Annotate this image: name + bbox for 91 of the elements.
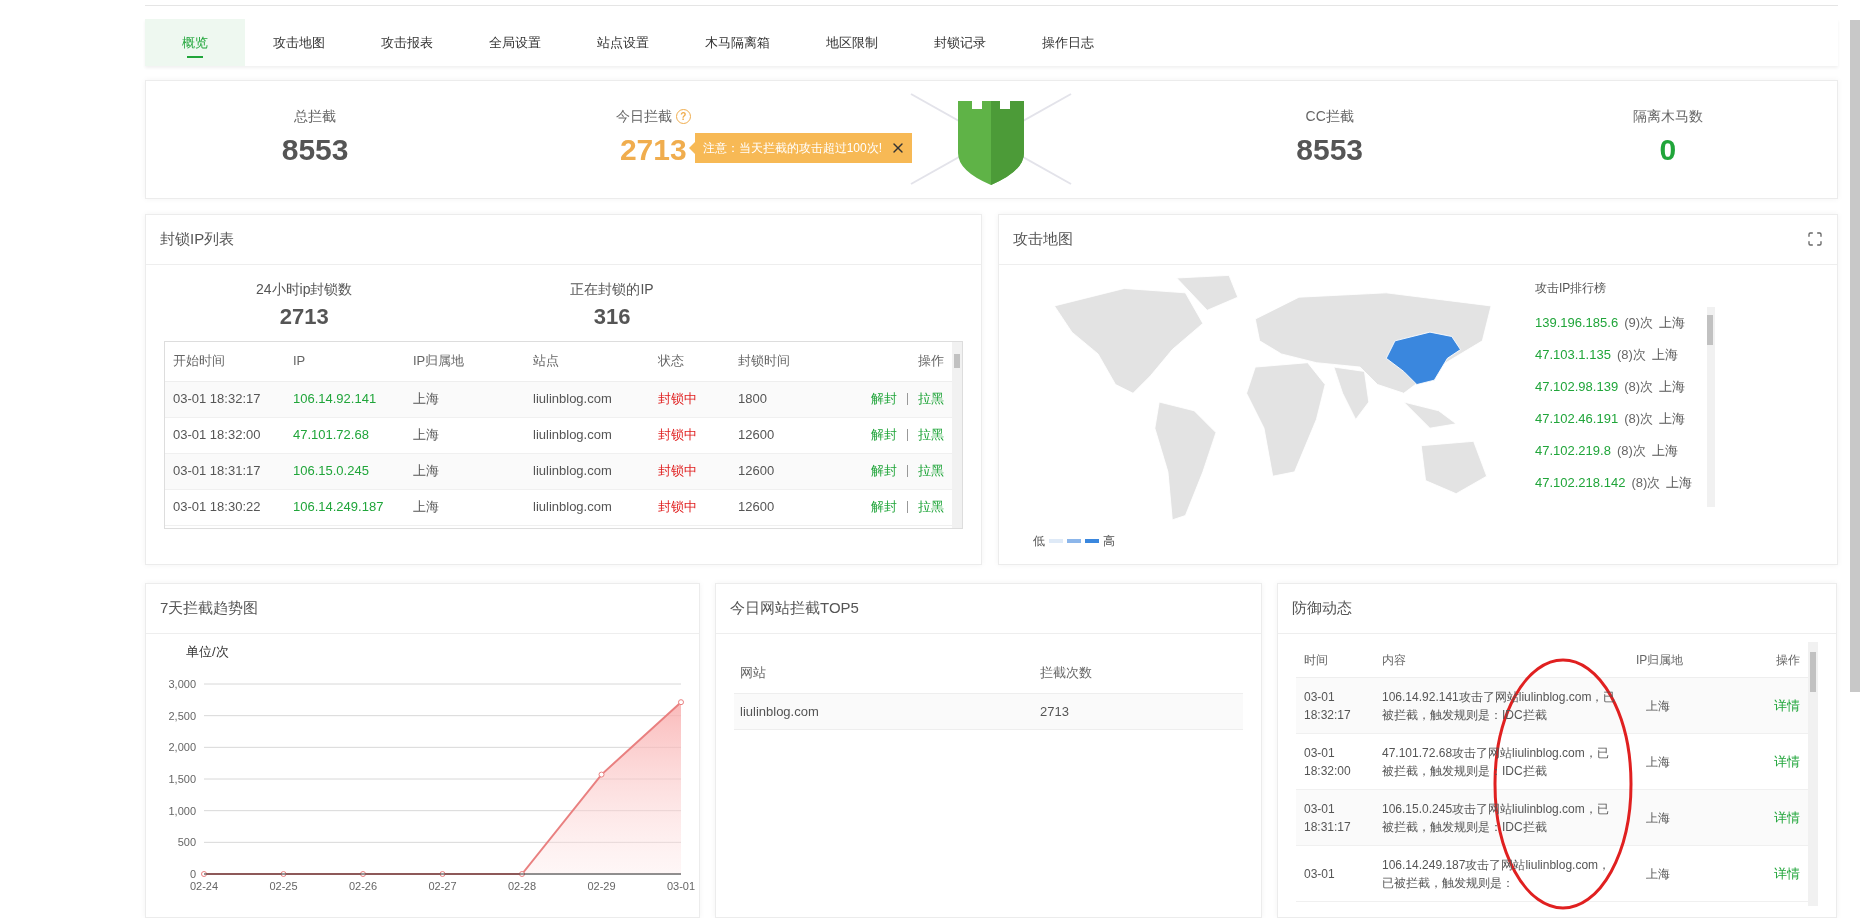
table-cell: 03-01 18:32:00 (173, 427, 261, 443)
stat-label: 总拦截 (294, 107, 337, 127)
tick-label: 02-25 (269, 879, 298, 892)
column-header: IP (293, 352, 306, 371)
column-header: 操作 (918, 352, 944, 371)
summary-value: 2713 (279, 302, 329, 331)
table-cell: 03-01 18:32:00 (1304, 745, 1351, 778)
table-cell: 上海 (413, 427, 439, 443)
tick-label: 02-26 (348, 879, 378, 892)
panel-title: 7天拦截趋势图 (160, 598, 259, 619)
location-text: 上海 (1659, 377, 1686, 396)
location-text: 上海 (1659, 409, 1686, 428)
panel-title: 封锁IP列表 (160, 228, 235, 249)
table-cell: 03-01 18:32:17 (173, 391, 261, 407)
location-text: 上海 (1651, 441, 1678, 460)
stat-label: CC拦截 (1305, 107, 1354, 127)
table-cell: liulinblog.com (533, 391, 612, 407)
tick-label: 500 (177, 835, 196, 848)
attack-count: (8)次 (1624, 377, 1654, 396)
summary-label: 24小时ip封锁数 (256, 279, 353, 299)
column-header: 时间 (1304, 652, 1328, 667)
column-header: 操作 (1776, 651, 1800, 669)
panel-title: 攻击地图 (1013, 228, 1073, 249)
tick-label: 2,500 (168, 709, 196, 722)
tick-label: 2,000 (168, 740, 196, 753)
status-text: 封锁中 (658, 427, 697, 443)
tick-label: 1,000 (168, 804, 196, 817)
column-header: 封锁时间 (738, 352, 790, 371)
table-cell: 上海 (1646, 754, 1670, 769)
ranking-title: 攻击IP排行榜 (1535, 279, 1608, 297)
table-cell: 03-01 (1304, 866, 1335, 881)
stat-label: 隔离木马数 (1632, 107, 1703, 127)
table-cell: 12600 (738, 427, 775, 443)
tick-label: 1,500 (168, 772, 196, 785)
status-text: 封锁中 (658, 463, 697, 479)
table-cell: liulinblog.com (740, 703, 819, 719)
column-header: 站点 (533, 352, 559, 371)
table-cell: 12600 (738, 499, 775, 515)
table-cell: 上海 (1646, 866, 1670, 881)
table-cell: 上海 (1646, 698, 1670, 713)
stat-value: 8553 (1296, 133, 1364, 167)
status-text: 封锁中 (658, 391, 697, 407)
location-text: 上海 (1659, 313, 1686, 332)
legend-label: 高 (1103, 533, 1115, 551)
table-cell: 03-01 18:32:17 (1304, 689, 1351, 722)
column-header: IP归属地 (413, 352, 465, 371)
table-cell: 上海 (1646, 810, 1670, 825)
tick-label: 02-24 (189, 879, 219, 892)
axis-label: 单位/次 (186, 643, 230, 662)
column-header: 状态 (658, 352, 684, 371)
tick-label: 02-28 (507, 879, 537, 892)
column-header: 内容 (1382, 652, 1406, 667)
table-cell: 2713 (1040, 703, 1069, 719)
column-header: 拦截次数 (1040, 664, 1092, 680)
tick-label: 02-27 (428, 879, 457, 892)
table-cell: 上海 (413, 463, 439, 479)
location-text: 上海 (1666, 473, 1693, 492)
summary-label: 正在封锁的IP (570, 279, 654, 299)
stat-value: 8553 (281, 133, 349, 167)
table-cell: 1800 (738, 391, 767, 407)
attack-count: (8)次 (1631, 473, 1661, 492)
warning-text: 注意：当天拦截的攻击超过100次! (702, 140, 882, 158)
table-cell: liulinblog.com (533, 499, 612, 515)
legend-label: 低 (1033, 533, 1045, 551)
table-cell: liulinblog.com (533, 463, 612, 479)
tick-label: 3,000 (168, 677, 196, 690)
table-cell: 03-01 18:30:22 (173, 499, 261, 515)
tick-label: 03-01 (666, 879, 696, 892)
table-cell: 上海 (413, 391, 439, 407)
panel-title: 防御动态 (1292, 598, 1352, 619)
stat-value: 2713 (619, 133, 687, 167)
table-cell: 03-01 18:31:17 (173, 463, 261, 479)
panel-title: 今日网站拦截TOP5 (730, 598, 859, 619)
location-text: 上海 (1651, 345, 1678, 364)
attack-count: (8)次 (1616, 441, 1646, 460)
tick-label: 02-29 (587, 879, 616, 892)
column-header: 开始时间 (173, 352, 225, 371)
stat-label: 今日拦截 (615, 107, 672, 127)
tick-label: 0 (189, 867, 196, 880)
attack-count: (8)次 (1624, 409, 1654, 428)
summary-value: 316 (593, 302, 631, 331)
column-header: IP归属地 (1636, 652, 1684, 667)
attack-count: (8)次 (1616, 345, 1646, 364)
table-cell: 上海 (413, 499, 439, 515)
attack-count: (9)次 (1624, 313, 1654, 332)
status-text: 封锁中 (658, 499, 697, 515)
stat-value: 0 (1659, 133, 1677, 167)
table-cell: 12600 (738, 463, 775, 479)
table-cell: liulinblog.com (533, 427, 612, 443)
table-cell: 03-01 18:31:17 (1304, 801, 1351, 834)
column-header: 网站 (740, 664, 766, 680)
